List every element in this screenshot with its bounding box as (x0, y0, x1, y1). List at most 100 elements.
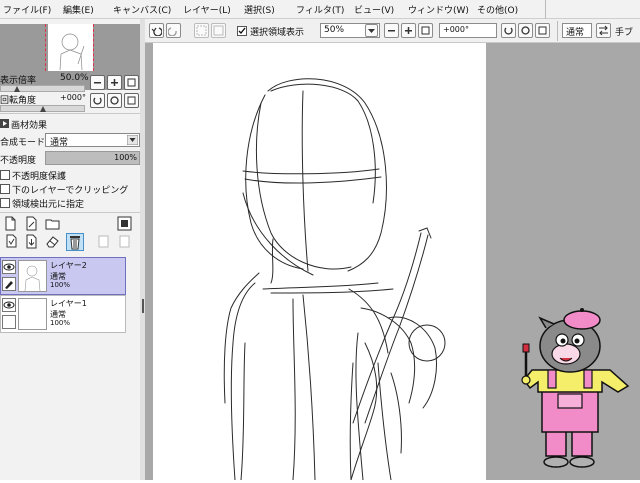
layer-row-layer-2[interactable]: レイヤー2 通常 100% (0, 257, 126, 295)
zoom-dropdown-arrow[interactable] (365, 24, 378, 37)
delete-layer-button[interactable] (66, 233, 84, 251)
merge-down-icon (26, 234, 37, 249)
slider-thumb-icon (14, 86, 20, 92)
menu-bar: ファイル(F) 編集(E) キャンバス(C) レイヤー(L) 選択(S) フィル… (0, 0, 640, 19)
navigator-view-left-edge (45, 24, 47, 71)
rotate-right-button[interactable] (518, 23, 533, 38)
square-icon (421, 26, 430, 35)
navigator-view-right-edge (93, 24, 95, 71)
merge-down-button[interactable] (24, 234, 39, 249)
move-layer-up-button[interactable] (96, 234, 111, 249)
nav-zoom-in-button[interactable] (107, 75, 122, 90)
edit-target-indicator[interactable] (2, 315, 16, 329)
nav-zoom-reset-button[interactable] (124, 75, 139, 90)
edit-target-indicator[interactable] (2, 277, 16, 291)
menu-layer[interactable]: レイヤー(L) (183, 3, 231, 16)
rotation-field[interactable]: +000° (439, 23, 497, 38)
trash-icon (70, 236, 80, 250)
navigator-thumbnail (48, 24, 93, 71)
menu-filter[interactable]: フィルタ(T) (296, 3, 344, 16)
sketch-drawing (223, 78, 446, 481)
rotate-left-icon (93, 97, 102, 105)
rotation-value: +000° (60, 93, 86, 102)
layer-blend-mode-dropdown[interactable]: 通常 (45, 133, 140, 148)
eye-icon (3, 301, 15, 309)
page-up-icon (98, 235, 109, 248)
menu-edit[interactable]: 編集(E) (63, 3, 94, 16)
material-effect-label: 画材効果 (11, 121, 48, 131)
left-panel: 表示倍率 50.0% 回転角度 +000° 画材効果 合成モード 通常 不透明度… (0, 19, 145, 480)
swap-button[interactable] (596, 23, 611, 38)
layer-opacity: 100% (50, 281, 71, 289)
plus-icon (111, 79, 118, 86)
clipping-checkbox[interactable] (0, 184, 10, 194)
vector-page-icon (26, 216, 37, 231)
layer-blend-mode-value: 通常 (50, 138, 69, 148)
opacity-slider[interactable]: 100% (45, 151, 140, 165)
nav-rotate-left-button[interactable] (90, 93, 105, 108)
new-folder-button[interactable] (45, 216, 60, 231)
layer-opacity: 100% (50, 319, 71, 327)
move-layer-down-button[interactable] (117, 234, 132, 249)
expand-arrow-icon[interactable] (0, 119, 9, 128)
nav-zoom-out-button[interactable] (90, 75, 105, 90)
zoom-in-button[interactable] (401, 23, 416, 38)
copy-layer-button[interactable] (3, 234, 18, 249)
layer-name: レイヤー2 (50, 261, 87, 270)
panel-divider (0, 113, 140, 114)
detection-source-label: 領域検出元に指定 (12, 200, 85, 210)
menu-canvas[interactable]: キャンバス(C) (113, 3, 171, 16)
chevron-down-icon (368, 29, 375, 33)
drawing-canvas[interactable] (153, 43, 486, 481)
opacity-value: 100% (114, 153, 137, 162)
invert-selection-button[interactable] (211, 23, 226, 38)
menu-other[interactable]: その他(O) (477, 3, 518, 16)
opacity-label: 不透明度 (0, 156, 37, 166)
new-vector-layer-button[interactable] (24, 216, 39, 231)
new-page-icon (5, 216, 16, 231)
panel-divider (0, 212, 140, 213)
redo-button[interactable] (166, 23, 181, 38)
preserve-opacity-checkbox[interactable] (0, 170, 10, 180)
undo-icon (151, 27, 162, 36)
redo-icon (168, 27, 177, 36)
toolbar: 選択領域表示 50% +000° 通常 手ブ (145, 19, 640, 43)
toolbar-divider (557, 21, 558, 41)
visibility-toggle[interactable] (2, 298, 16, 312)
deselect-button[interactable] (194, 23, 209, 38)
mascot-character (521, 308, 630, 468)
checkmark-icon (238, 27, 246, 35)
clear-layer-button[interactable] (45, 234, 60, 249)
panel-scroll-grip[interactable] (142, 299, 144, 313)
rotate-left-button[interactable] (501, 23, 516, 38)
plus-icon (405, 27, 412, 34)
blend-mode-dropdown[interactable]: 通常 (562, 23, 592, 38)
canvas-area[interactable] (145, 43, 640, 481)
square-icon (127, 96, 136, 105)
menu-select[interactable]: 選択(S) (244, 3, 275, 16)
layer-row-layer-1[interactable]: レイヤー1 通常 100% (0, 295, 126, 333)
nav-rotation-reset-button[interactable] (124, 93, 139, 108)
copy-layer-icon (6, 234, 17, 248)
mask-icon (117, 216, 132, 231)
undo-button[interactable] (149, 23, 164, 38)
menu-window[interactable]: ウィンドウ(W) (408, 3, 469, 16)
detection-source-checkbox[interactable] (0, 198, 10, 208)
layer-name: レイヤー1 (50, 299, 87, 308)
rotation-slider[interactable] (0, 105, 85, 112)
sketch-thumbnail-icon (24, 265, 41, 292)
menu-file[interactable]: ファイル(F) (3, 3, 51, 16)
blend-mode-label: 合成モード (0, 138, 46, 148)
new-layer-button[interactable] (3, 216, 18, 231)
layer-mask-button[interactable] (117, 216, 132, 231)
nav-rotate-right-button[interactable] (107, 93, 122, 108)
menu-view[interactable]: ビュー(V) (354, 3, 394, 16)
rotation-reset-button[interactable] (535, 23, 550, 38)
selection-display-checkbox[interactable] (237, 26, 247, 36)
zoom-slider[interactable] (0, 85, 85, 92)
zoom-reset-button[interactable] (418, 23, 433, 38)
visibility-toggle[interactable] (2, 260, 16, 274)
rotate-right-icon (110, 96, 119, 105)
zoom-out-button[interactable] (384, 23, 399, 38)
blend-mode-value: 通常 (566, 28, 585, 38)
